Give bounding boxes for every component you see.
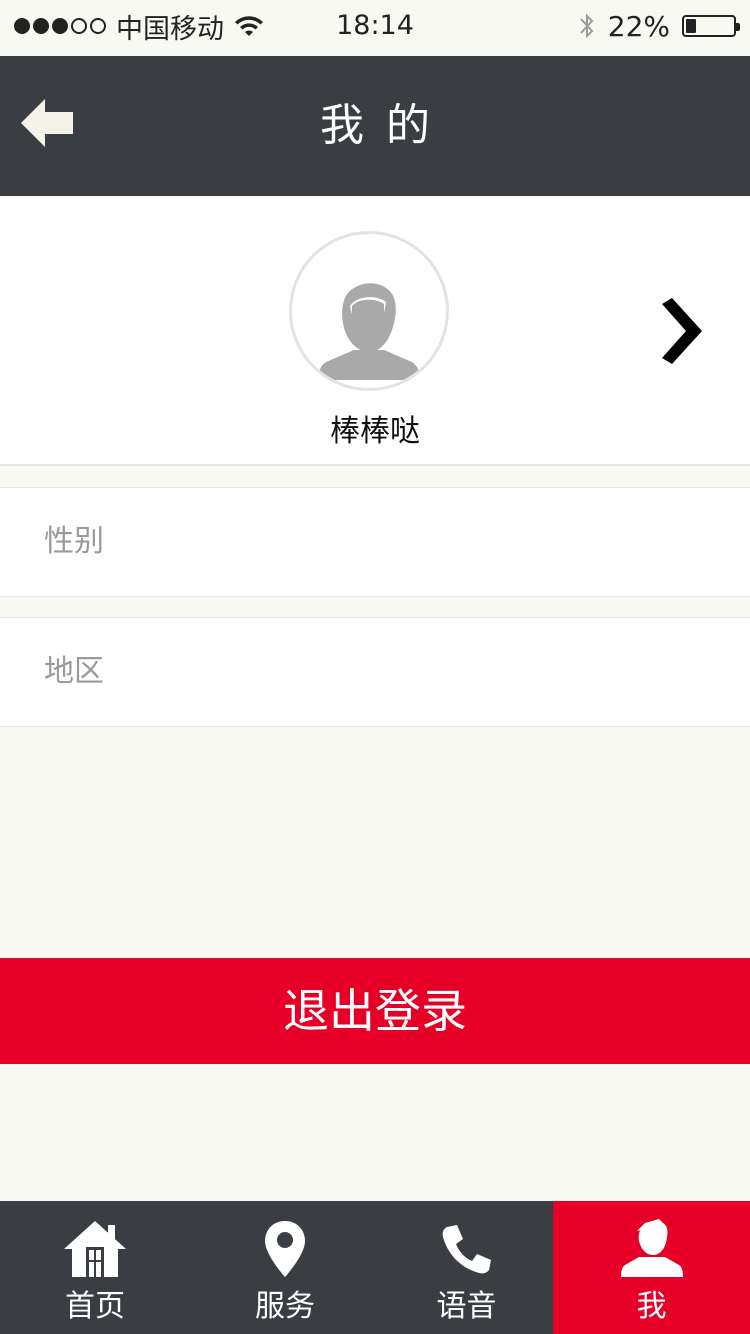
tab-voice[interactable]: 语音: [380, 1201, 553, 1334]
username: 棒棒哒: [330, 414, 420, 449]
logout-button[interactable]: 退出登录: [0, 958, 750, 1064]
tab-label-service: 服务: [255, 1289, 315, 1324]
avatar[interactable]: [289, 231, 449, 391]
status-bar: 中国移动 18:14 22%: [0, 0, 750, 56]
tab-home[interactable]: 首页: [0, 1201, 190, 1334]
tab-label-voice: 语音: [436, 1289, 497, 1324]
tab-me[interactable]: 我: [553, 1201, 750, 1334]
region-label: 地区: [44, 654, 104, 689]
tab-label-me: 我: [636, 1289, 667, 1324]
default-avatar-icon: [318, 283, 420, 380]
user-icon: [617, 1219, 687, 1279]
gender-label: 性别: [44, 524, 104, 559]
battery-percent: 22%: [607, 9, 670, 43]
location-pin-icon: [250, 1219, 320, 1279]
battery-icon: [682, 15, 740, 37]
battery-level: [686, 19, 697, 33]
phone-icon: [432, 1219, 502, 1279]
profile-card[interactable]: 棒棒哒: [0, 198, 750, 466]
page-title: 我的: [320, 100, 452, 151]
status-right: 22%: [578, 6, 740, 46]
gender-row[interactable]: 性别: [0, 487, 750, 597]
region-row[interactable]: 地区: [0, 617, 750, 727]
home-icon: [60, 1219, 130, 1279]
tab-bar: 首页 服务 语音 我: [0, 1201, 750, 1334]
tab-service[interactable]: 服务: [190, 1201, 380, 1334]
nav-header: 我的: [0, 56, 750, 196]
tab-label-home: 首页: [65, 1289, 125, 1324]
chevron-right-icon[interactable]: [656, 298, 704, 364]
bluetooth-icon: [580, 13, 594, 39]
